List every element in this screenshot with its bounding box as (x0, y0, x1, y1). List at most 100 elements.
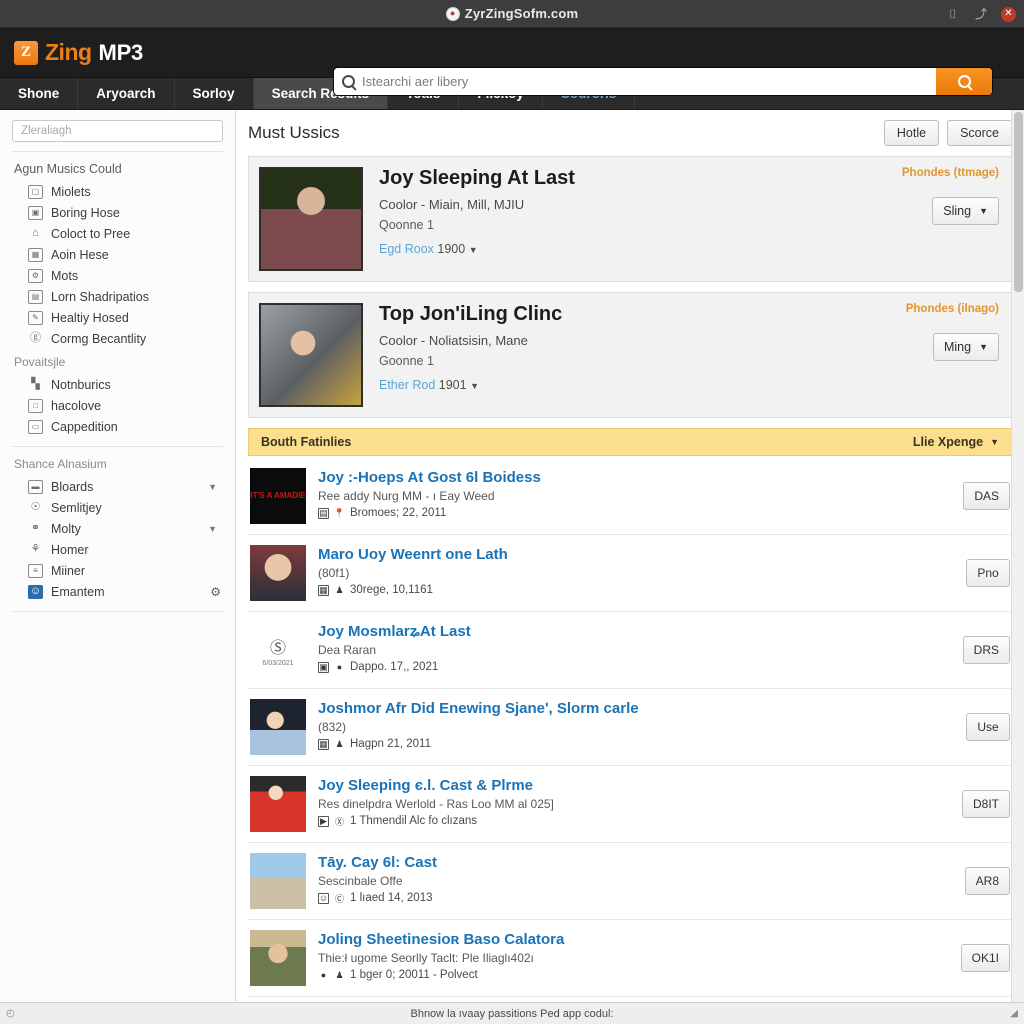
key-icon: ⚭ (30, 522, 41, 534)
window-titlebar: ● ZyrZingSofm.com ⌷ ⤴ ✕ (0, 0, 1024, 28)
window-controls: ⌷ ⤴ ✕ (945, 0, 1016, 28)
result-body: Maro Uoy Weenrt one Lath (80f1) ▦ ♟ 30re… (318, 545, 954, 596)
sidebar-divider (12, 446, 223, 447)
sidebar-item-label: Cormg Becantlity (51, 331, 147, 346)
feature-link[interactable]: Ether Rod (379, 378, 435, 392)
feature-card[interactable]: Top Jon'iLing Clinc Coolor - Noliatsisin… (248, 292, 1012, 418)
result-meta-text: 1 bger 0; 20011 - Polvect (350, 969, 478, 981)
result-action-button[interactable]: Pno (966, 559, 1010, 587)
sidebar-item-label: Miiner (51, 563, 86, 578)
chart-icon: ▚ (31, 378, 40, 390)
bell-icon: ☉ (30, 501, 41, 513)
result-row[interactable]: Maro Uoy Weenrt one Lath (80f1) ▦ ♟ 30re… (248, 535, 1012, 612)
sidebar-item-semlitjey[interactable]: ☉ Semlitjey (12, 497, 223, 518)
result-row[interactable]: Tāy. Cay 6l: Cast Sescinbale Offe ☺ Ⓒ 1 … (248, 843, 1012, 920)
result-title[interactable]: Joy MosmlarʑAt Last (318, 623, 951, 640)
result-row[interactable]: Ⓢ 6/03/2021 Joy MosmlarʑAt Last Dea Rara… (248, 612, 1012, 689)
sidebar-item-label: Semlitjey (51, 500, 102, 515)
feature-link-row[interactable]: Ether Rod 1901 ▼ (379, 378, 1001, 392)
result-action-button[interactable]: D8IT (961, 790, 1010, 818)
leaf-icon: ⚘ (30, 543, 41, 555)
result-action-button[interactable]: Use (966, 713, 1010, 741)
result-row[interactable]: Joshmor Afr Did Enewing Sjaneʹ, Slorm ca… (248, 689, 1012, 766)
result-title[interactable]: Maro Uoy Weenrt one Lath (318, 546, 954, 563)
feature-link[interactable]: Egd Roox (379, 242, 434, 256)
sidebar-item-cormg-becantlity[interactable]: ⓖ Cormg Becantlity (12, 328, 223, 349)
search-icon (957, 75, 971, 88)
tab-sorloy[interactable]: Sorloy (175, 78, 254, 109)
feature-actions: Phondes (ttmage) Sling ▼ (902, 167, 999, 225)
brand-logo[interactable]: Z Zing MP3 (0, 39, 143, 66)
chevron-down-icon[interactable]: ▼ (469, 245, 478, 255)
feature-dropdown-button[interactable]: Ming ▼ (932, 333, 999, 361)
sidebar-item-boring-hose[interactable]: ▣ Boring Hose (12, 202, 223, 223)
result-meta: ▣ ● Dappo. 17,, 2021 (318, 661, 951, 673)
feature-thumbnail (259, 167, 363, 271)
feature-link-row[interactable]: Egd Roox 1900 ▼ (379, 242, 1001, 256)
scorce-button[interactable]: Scorce (947, 120, 1012, 146)
search-submit-button[interactable] (936, 68, 992, 95)
result-meta: ▤ 📍 Bromoes; 22, 2011 (318, 507, 951, 519)
sidebar-item-homer[interactable]: ⚘ Homer (12, 539, 223, 560)
sidebar-group-heading: Agun Musics Could (14, 162, 122, 176)
result-action-button[interactable]: DRS (962, 636, 1010, 664)
section-banner[interactable]: Bouth Fatinlies Llie Xpenge ▼ (248, 428, 1012, 456)
sidebar-item-hacolove[interactable]: □ hacolove (12, 395, 223, 416)
resize-grip-icon[interactable]: ◢ (1010, 1008, 1018, 1019)
chevron-down-icon[interactable]: ▼ (208, 524, 221, 534)
result-meta-text: Hagpn 21, 2011 (350, 738, 431, 750)
sidebar-item-bloards[interactable]: ▬ Bloards ▼ (12, 476, 223, 497)
close-button[interactable]: ✕ (1001, 6, 1016, 22)
result-title[interactable]: Joling Sheetinesioʀ Baso Calatora (318, 931, 949, 948)
result-action-button[interactable]: AR8 (964, 867, 1010, 895)
main-scrollbar-thumb[interactable] (1014, 112, 1023, 292)
sidebar-item-healtiy-hosed[interactable]: ✎ Healtiy Hosed (12, 307, 223, 328)
hotle-button[interactable]: Hotle (883, 120, 940, 146)
sidebar-item-molty[interactable]: ⚭ Molty ▼ (12, 518, 223, 539)
grid-icon: ▦ (28, 247, 43, 262)
id-card-icon: ▬ (28, 479, 43, 494)
sidebar-item-notnburics[interactable]: ▚ Notnburics (12, 374, 223, 395)
sidebar-item-miiner[interactable]: ≡ Miiner (12, 560, 223, 581)
sidebar-item-label: Bloards (51, 479, 94, 494)
result-title[interactable]: Joshmor Afr Did Enewing Sjaneʹ, Slorm ca… (318, 700, 954, 717)
sidebar-item-cappedition[interactable]: ▭ Cappedition (12, 416, 223, 437)
sidebar-item-label: Boring Hose (51, 205, 120, 220)
sidebar-item-emantem[interactable]: ☺ Emantem ⚙ (12, 581, 223, 602)
result-row[interactable]: IT'S A AMADIE Joy :-Hoeps At Gost 6l Boi… (248, 458, 1012, 535)
chevron-down-icon[interactable]: ▼ (208, 482, 221, 492)
share-button[interactable]: ⤴ (973, 6, 989, 22)
search-bar[interactable] (334, 68, 992, 95)
person-icon: ♟ (335, 738, 344, 749)
sidebar-item-coloct-to-pree[interactable]: ⌂ Coloct to Pree (12, 223, 223, 244)
result-action-button[interactable]: OK1I (960, 944, 1010, 972)
main-scrollbar[interactable] (1011, 110, 1024, 1002)
section-banner-dropdown[interactable]: Llie Xpenge ▼ (913, 435, 999, 449)
feature-dropdown-label: Sling (943, 204, 972, 218)
gear-icon[interactable]: ⚙ (210, 585, 221, 599)
tab-aryoarch[interactable]: Aryoarch (78, 78, 175, 109)
search-input[interactable] (362, 74, 928, 89)
result-action-button[interactable]: DAS (963, 482, 1010, 510)
result-body: Joling Sheetinesioʀ Baso Calatora Thie:ł… (318, 930, 949, 981)
feature-flag: Phondes (ttmage) (901, 167, 999, 179)
result-title[interactable]: Joy :-Hoeps At Gost 6l Boidess (318, 469, 951, 486)
tab-shone[interactable]: Shone (0, 78, 79, 109)
result-title[interactable]: Joy Sleeping є.l. Cast & Plrme (318, 777, 950, 794)
search-field[interactable] (334, 68, 936, 95)
sidebar-item-mots[interactable]: ⚙ Mots (12, 265, 223, 286)
result-title[interactable]: Tāy. Cay 6l: Cast (318, 854, 953, 871)
result-body: Joy :-Hoeps At Gost 6l Boidess Ree addy … (318, 468, 951, 519)
sidebar-item-lorn-shadripatios[interactable]: ▤ Lorn Shadripatios (12, 286, 223, 307)
feature-dropdown-button[interactable]: Sling ▼ (932, 197, 999, 225)
sidebar-item-miolets[interactable]: ▢ Miolets (12, 181, 223, 202)
minimize-button[interactable]: ⌷ (945, 6, 961, 22)
result-row[interactable]: Joy Sleeping є.l. Cast & Plrme Res dinel… (248, 766, 1012, 843)
sidebar-item-aoin-hese[interactable]: ▦ Aoin Hese (12, 244, 223, 265)
sidebar-search-input[interactable] (12, 120, 223, 142)
chevron-down-icon[interactable]: ▼ (470, 381, 479, 391)
sidebar-item-label: Aoin Hese (51, 247, 109, 262)
feature-card[interactable]: Joy Sleeping At Last Coolor - Miain, Mil… (248, 156, 1012, 282)
result-row[interactable]: Joling Sheetinesioʀ Baso Calatora Thie:ł… (248, 920, 1012, 997)
browser-window: ● ZyrZingSofm.com ⌷ ⤴ ✕ Z Zing MP3 Shone (0, 0, 1024, 1024)
